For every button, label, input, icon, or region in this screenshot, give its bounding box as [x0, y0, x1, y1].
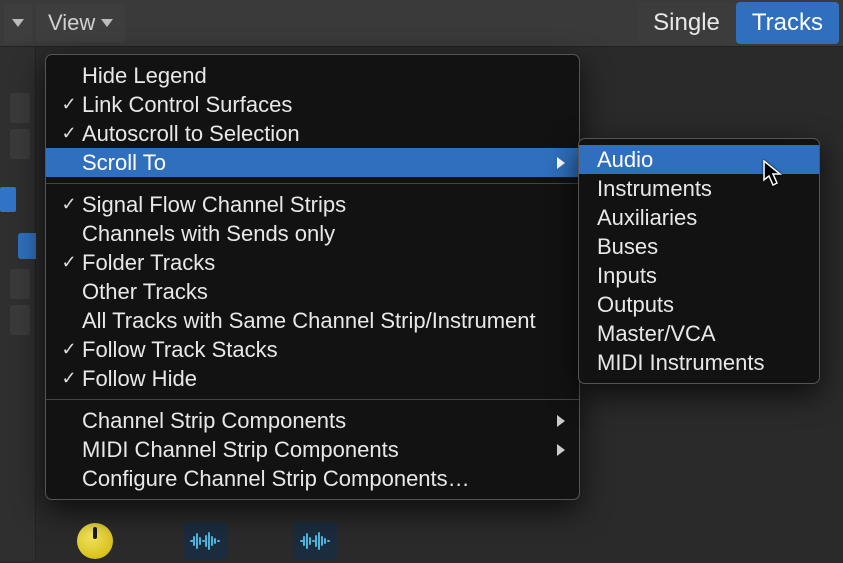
- menu-item-channels-with-sends-only[interactable]: Channels with Sends only: [46, 219, 579, 248]
- segment-single-label: Single: [653, 9, 720, 37]
- checkmark-icon: ✓: [56, 339, 82, 360]
- menu-separator: [46, 399, 579, 400]
- checkmark-icon: ✓: [56, 194, 82, 215]
- menu-separator: [46, 183, 579, 184]
- menu-item-label: Link Control Surfaces: [82, 92, 292, 118]
- menu-item-label: MIDI Instruments: [597, 350, 764, 376]
- menu-item-label: Hide Legend: [82, 63, 207, 89]
- menu-item-label: Signal Flow Channel Strips: [82, 192, 346, 218]
- menu-item-folder-tracks[interactable]: ✓ Folder Tracks: [46, 248, 579, 277]
- menu-item-label: Instruments: [597, 176, 712, 202]
- menu-item-all-tracks-same-strip[interactable]: All Tracks with Same Channel Strip/Instr…: [46, 306, 579, 335]
- strip-segment: [10, 129, 30, 159]
- menu-item-autoscroll-to-selection[interactable]: ✓ Autoscroll to Selection: [46, 119, 579, 148]
- menu-item-label: Follow Hide: [82, 366, 197, 392]
- view-menu[interactable]: Hide Legend ✓ Link Control Surfaces ✓ Au…: [45, 54, 580, 500]
- menu-item-label: Master/VCA: [597, 321, 716, 347]
- menu-item-label: Auxiliaries: [597, 205, 697, 231]
- menu-item-label: Folder Tracks: [82, 250, 215, 276]
- chevron-down-icon: [101, 19, 113, 27]
- menu-item-label: All Tracks with Same Channel Strip/Instr…: [82, 308, 536, 334]
- submenu-item-instruments[interactable]: Instruments: [579, 174, 819, 203]
- submenu-item-outputs[interactable]: Outputs: [579, 290, 819, 319]
- submenu-arrow-icon: [557, 444, 565, 456]
- menu-item-signal-flow-channel-strips[interactable]: ✓ Signal Flow Channel Strips: [46, 190, 579, 219]
- segment-tracks[interactable]: Tracks: [736, 2, 839, 44]
- menu-item-label: Buses: [597, 234, 658, 260]
- toolbar: View Single Tracks: [0, 0, 843, 47]
- waveform-icon: [183, 522, 227, 560]
- strip-marker: [0, 187, 16, 212]
- checkmark-icon: ✓: [56, 252, 82, 273]
- checkmark-icon: ✓: [56, 94, 82, 115]
- menu-item-midi-channel-strip-components[interactable]: MIDI Channel Strip Components: [46, 435, 579, 464]
- menu-item-hide-legend[interactable]: Hide Legend: [46, 61, 579, 90]
- submenu-item-midi-instruments[interactable]: MIDI Instruments: [579, 348, 819, 377]
- submenu-item-buses[interactable]: Buses: [579, 232, 819, 261]
- checkmark-icon: ✓: [56, 123, 82, 144]
- submenu-item-audio[interactable]: Audio: [579, 145, 819, 174]
- menu-item-label: Outputs: [597, 292, 674, 318]
- left-track-strip: [0, 47, 36, 561]
- menu-item-label: Channel Strip Components: [82, 408, 346, 434]
- audio-track-icon: [181, 519, 229, 563]
- submenu-item-inputs[interactable]: Inputs: [579, 261, 819, 290]
- menu-item-follow-hide[interactable]: ✓ Follow Hide: [46, 364, 579, 393]
- scroll-to-submenu[interactable]: Audio Instruments Auxiliaries Buses Inpu…: [578, 138, 820, 384]
- submenu-item-auxiliaries[interactable]: Auxiliaries: [579, 203, 819, 232]
- submenu-item-master-vca[interactable]: Master/VCA: [579, 319, 819, 348]
- menu-item-follow-track-stacks[interactable]: ✓ Follow Track Stacks: [46, 335, 579, 364]
- menu-item-configure-channel-strip-components[interactable]: Configure Channel Strip Components…: [46, 464, 579, 493]
- audio-track-icon: [291, 519, 339, 563]
- menu-item-link-control-surfaces[interactable]: ✓ Link Control Surfaces: [46, 90, 579, 119]
- menu-item-label: Autoscroll to Selection: [82, 121, 300, 147]
- waveform-icon: [293, 522, 337, 560]
- submenu-arrow-icon: [557, 157, 565, 169]
- knob-icon: [77, 523, 113, 559]
- segment-tracks-label: Tracks: [752, 9, 823, 37]
- chevron-down-icon: [12, 19, 24, 27]
- disclosure-button[interactable]: [4, 4, 32, 42]
- menu-item-label: Follow Track Stacks: [82, 337, 278, 363]
- menu-item-label: Other Tracks: [82, 279, 208, 305]
- menu-item-label: Scroll To: [82, 150, 166, 176]
- menu-item-label: Inputs: [597, 263, 657, 289]
- menu-item-other-tracks[interactable]: Other Tracks: [46, 277, 579, 306]
- view-menu-button[interactable]: View: [36, 4, 125, 42]
- menu-item-label: MIDI Channel Strip Components: [82, 437, 399, 463]
- pan-knob-icon: [71, 519, 119, 563]
- view-menu-label: View: [48, 10, 95, 36]
- strip-segment: [10, 305, 30, 335]
- menu-item-label: Audio: [597, 147, 653, 173]
- menu-item-scroll-to[interactable]: Scroll To: [46, 148, 579, 177]
- strip-segment: [10, 93, 30, 123]
- segment-single[interactable]: Single: [637, 2, 736, 44]
- checkmark-icon: ✓: [56, 368, 82, 389]
- menu-item-label: Configure Channel Strip Components…: [82, 466, 470, 492]
- submenu-arrow-icon: [557, 415, 565, 427]
- toolbar-left: View: [4, 4, 125, 42]
- menu-item-channel-strip-components[interactable]: Channel Strip Components: [46, 406, 579, 435]
- strip-segment: [10, 269, 30, 299]
- menu-item-label: Channels with Sends only: [82, 221, 335, 247]
- toolbar-segmented: Single Tracks: [637, 2, 839, 44]
